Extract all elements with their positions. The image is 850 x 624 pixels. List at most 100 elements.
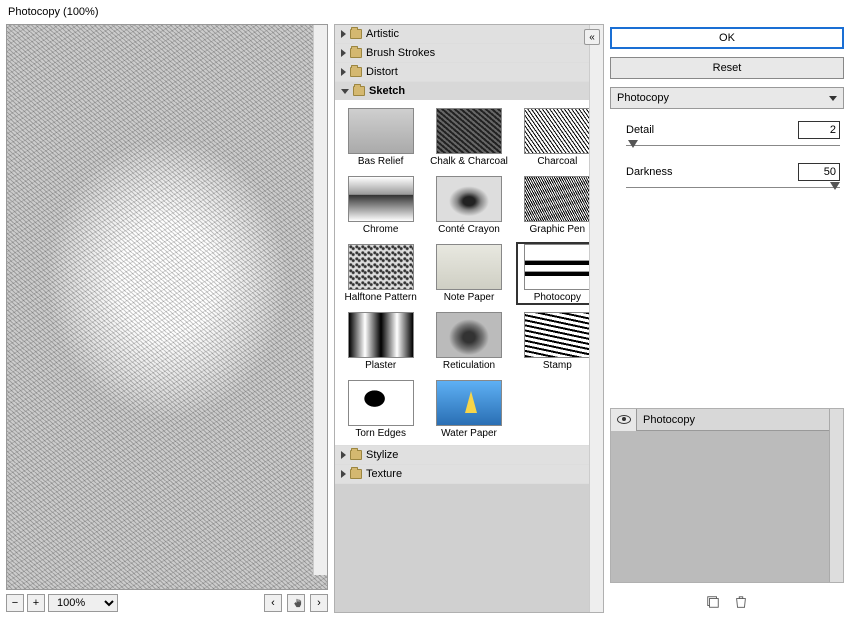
thumb-label: Plaster — [365, 360, 396, 371]
folder-icon — [350, 469, 362, 479]
thumb-label: Chalk & Charcoal — [430, 156, 508, 167]
reset-button[interactable]: Reset — [610, 57, 844, 79]
category-label: Artistic — [366, 28, 399, 40]
thumb-label: Torn Edges — [355, 428, 406, 439]
thumb-label: Reticulation — [443, 360, 495, 371]
window-title: Photocopy (100%) — [8, 6, 99, 18]
filter-thumb-note-paper[interactable]: Note Paper — [427, 242, 510, 305]
detail-input[interactable] — [798, 121, 840, 139]
eye-icon — [617, 415, 631, 424]
filter-thumb-stamp[interactable]: Stamp — [516, 310, 599, 373]
darkness-label: Darkness — [626, 166, 672, 178]
thumb-preview — [524, 108, 590, 154]
thumb-preview — [524, 244, 590, 290]
category-label: Texture — [366, 468, 402, 480]
visibility-toggle[interactable] — [611, 409, 637, 431]
filter-thumb-torn-edges[interactable]: Torn Edges — [339, 378, 422, 441]
filter-thumb-chalk-charcoal[interactable]: Chalk & Charcoal — [427, 106, 510, 169]
thumb-label: Graphic Pen — [530, 224, 586, 235]
category-artistic[interactable]: Artistic — [335, 25, 603, 43]
category-brush-strokes[interactable]: Brush Strokes — [335, 44, 603, 62]
triangle-right-icon — [341, 68, 346, 76]
thumb-preview — [436, 380, 502, 426]
category-label: Sketch — [369, 85, 405, 97]
filter-thumb-graphic-pen[interactable]: Graphic Pen — [516, 174, 599, 237]
gallery-empty-area — [335, 484, 603, 612]
filter-thumb-photocopy[interactable]: Photocopy — [516, 242, 599, 305]
filter-thumb-chrome[interactable]: Chrome — [339, 174, 422, 237]
filter-thumb-halftone-pattern[interactable]: Halftone Pattern — [339, 242, 422, 305]
triangle-right-icon — [341, 30, 346, 38]
layer-label: Photocopy — [637, 414, 695, 426]
zoom-out-button[interactable]: − — [6, 594, 24, 612]
category-label: Brush Strokes — [366, 47, 435, 59]
category-stylize[interactable]: Stylize — [335, 446, 603, 464]
effect-layers-panel: Photocopy — [610, 408, 844, 583]
layers-scrollbar[interactable] — [829, 409, 843, 582]
preview-panel: − + 100% ‹ › — [6, 24, 328, 613]
thumb-preview — [524, 176, 590, 222]
folder-icon — [350, 48, 362, 58]
triangle-right-icon — [341, 470, 346, 478]
thumb-label: Chrome — [363, 224, 399, 235]
filter-thumb-bas-relief[interactable]: Bas Relief — [339, 106, 422, 169]
preview-image-area[interactable] — [6, 24, 328, 590]
slider-thumb-icon[interactable] — [628, 140, 638, 148]
category-label: Distort — [366, 66, 398, 78]
thumb-preview — [348, 312, 414, 358]
filter-thumb-cont-crayon[interactable]: Conté Crayon — [427, 174, 510, 237]
thumb-preview — [348, 244, 414, 290]
thumb-label: Halftone Pattern — [345, 292, 417, 303]
slider-thumb-icon[interactable] — [830, 182, 840, 190]
thumb-preview — [348, 380, 414, 426]
thumb-label: Stamp — [543, 360, 572, 371]
triangle-right-icon — [341, 451, 346, 459]
thumb-label: Bas Relief — [358, 156, 404, 167]
thumb-preview — [348, 176, 414, 222]
thumb-preview — [436, 176, 502, 222]
zoom-in-button[interactable]: + — [27, 594, 45, 612]
thumb-label: Water Paper — [441, 428, 497, 439]
folder-icon — [350, 29, 362, 39]
thumb-label: Photocopy — [534, 292, 581, 303]
next-button[interactable]: › — [310, 594, 328, 612]
filter-name-dropdown[interactable]: Photocopy — [610, 87, 844, 109]
thumb-preview — [436, 108, 502, 154]
preview-scrollbar-vertical[interactable] — [313, 25, 327, 575]
filter-thumb-reticulation[interactable]: Reticulation — [427, 310, 510, 373]
ok-button[interactable]: OK — [610, 27, 844, 49]
darkness-input[interactable] — [798, 163, 840, 181]
folder-icon — [350, 450, 362, 460]
hand-icon — [291, 598, 302, 609]
thumb-label: Note Paper — [444, 292, 495, 303]
thumb-preview — [436, 312, 502, 358]
category-texture[interactable]: Texture — [335, 465, 603, 483]
hand-tool-button[interactable] — [287, 594, 305, 612]
thumb-label: Conté Crayon — [438, 224, 500, 235]
category-sketch[interactable]: Sketch — [335, 82, 603, 100]
zoom-select[interactable]: 100% — [48, 594, 118, 612]
filter-thumb-plaster[interactable]: Plaster — [339, 310, 422, 373]
delete-effect-layer-button[interactable] — [734, 595, 748, 609]
thumb-label: Charcoal — [537, 156, 577, 167]
prev-button[interactable]: ‹ — [264, 594, 282, 612]
triangle-right-icon — [341, 49, 346, 57]
triangle-down-icon — [341, 89, 349, 94]
chevron-left-icon: « — [589, 32, 595, 43]
filter-gallery: « Artistic Brush Strokes Distort Sketch … — [334, 24, 604, 613]
detail-label: Detail — [626, 124, 654, 136]
layer-row[interactable]: Photocopy — [611, 409, 843, 431]
folder-icon — [353, 86, 365, 96]
controls-panel: OK Reset Photocopy Detail Darkness — [610, 24, 844, 613]
category-label: Stylize — [366, 449, 398, 461]
darkness-slider[interactable] — [626, 185, 840, 191]
category-distort[interactable]: Distort — [335, 63, 603, 81]
filter-thumb-water-paper[interactable]: Water Paper — [427, 378, 510, 441]
new-effect-layer-button[interactable] — [706, 595, 720, 609]
collapse-gallery-button[interactable]: « — [584, 29, 600, 45]
preview-image — [7, 25, 327, 589]
filter-thumb-charcoal[interactable]: Charcoal — [516, 106, 599, 169]
thumb-preview — [524, 312, 590, 358]
detail-slider[interactable] — [626, 143, 840, 149]
gallery-scrollbar[interactable] — [589, 25, 603, 612]
